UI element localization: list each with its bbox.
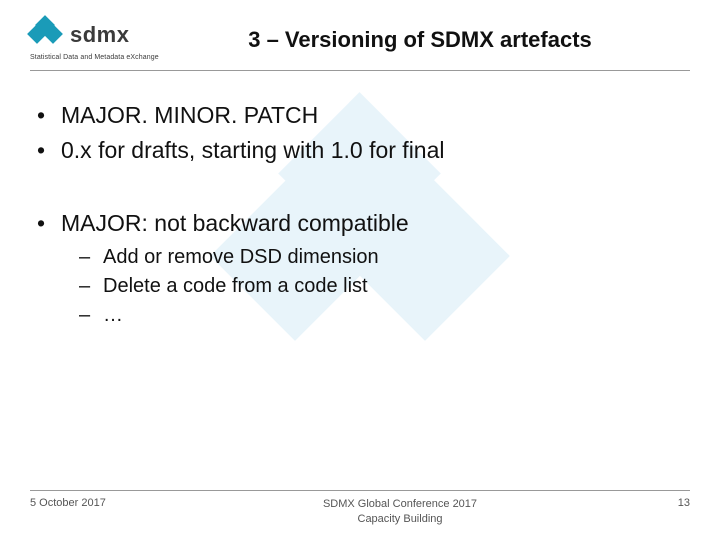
footer-divider [30, 490, 690, 491]
sub-bullet-item: Add or remove DSD dimension [103, 243, 680, 272]
footer-date: 5 October 2017 [30, 497, 150, 509]
bullet-item: 0.x for drafts, starting with 1.0 for fi… [45, 135, 680, 166]
footer-page-number: 13 [650, 497, 690, 509]
slide-title: 3 – Versioning of SDMX artefacts [190, 27, 690, 53]
slide-header: sdmx Statistical Data and Metadata eXcha… [30, 18, 690, 61]
slide-body: MAJOR. MINOR. PATCH 0.x for drafts, star… [45, 100, 680, 330]
sdmx-logo-tagline: Statistical Data and Metadata eXchange [30, 54, 159, 61]
footer-event: SDMX Global Conference 2017 Capacity Bui… [150, 497, 650, 526]
sub-bullet-item: … [103, 301, 680, 330]
sdmx-logo-icon [30, 18, 64, 52]
slide-footer: 5 October 2017 SDMX Global Conference 20… [30, 490, 690, 526]
footer-event-line1: SDMX Global Conference 2017 [323, 498, 477, 510]
bullet-item: MAJOR: not backward compatible [45, 208, 680, 239]
sub-bullet-item: Delete a code from a code list [103, 272, 680, 301]
slide: sdmx Statistical Data and Metadata eXcha… [0, 0, 720, 540]
header-divider [30, 70, 690, 71]
bullet-item: MAJOR. MINOR. PATCH [45, 100, 680, 131]
footer-event-line2: Capacity Building [358, 513, 443, 525]
sdmx-logo: sdmx Statistical Data and Metadata eXcha… [30, 18, 170, 61]
sdmx-logo-text: sdmx [70, 22, 129, 48]
